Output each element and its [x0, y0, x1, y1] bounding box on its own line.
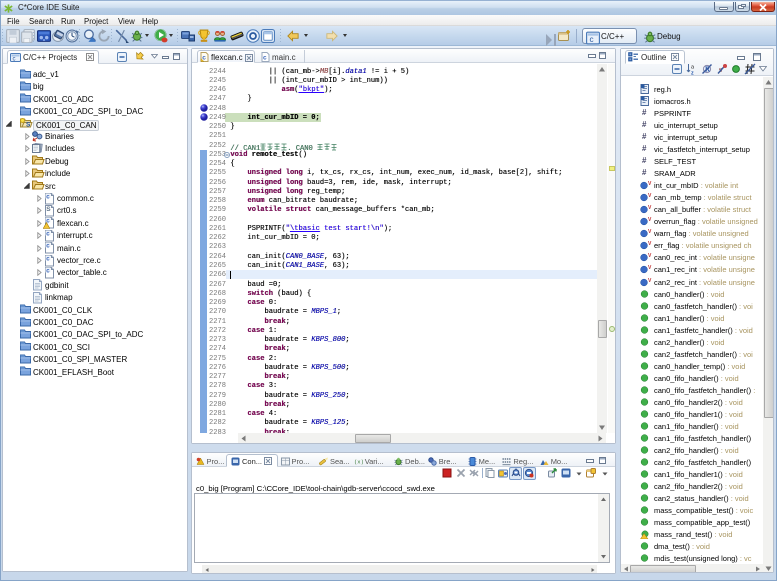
svg-text:V: V — [648, 205, 652, 211]
svg-text:z: z — [691, 71, 694, 76]
svg-text:V: V — [648, 241, 652, 247]
svg-text:c: c — [13, 57, 16, 63]
svg-text:V: V — [648, 229, 652, 235]
svg-text:V: V — [648, 253, 652, 259]
svg-text:c: c — [263, 55, 267, 62]
svg-text:c: c — [590, 35, 594, 44]
svg-text:V: V — [648, 181, 652, 187]
svg-text:(x)=: (x)= — [354, 458, 363, 465]
svg-text:V: V — [648, 265, 652, 271]
svg-text:V: V — [648, 217, 652, 223]
svg-text:V: V — [648, 278, 652, 284]
svg-text:V: V — [648, 193, 652, 199]
